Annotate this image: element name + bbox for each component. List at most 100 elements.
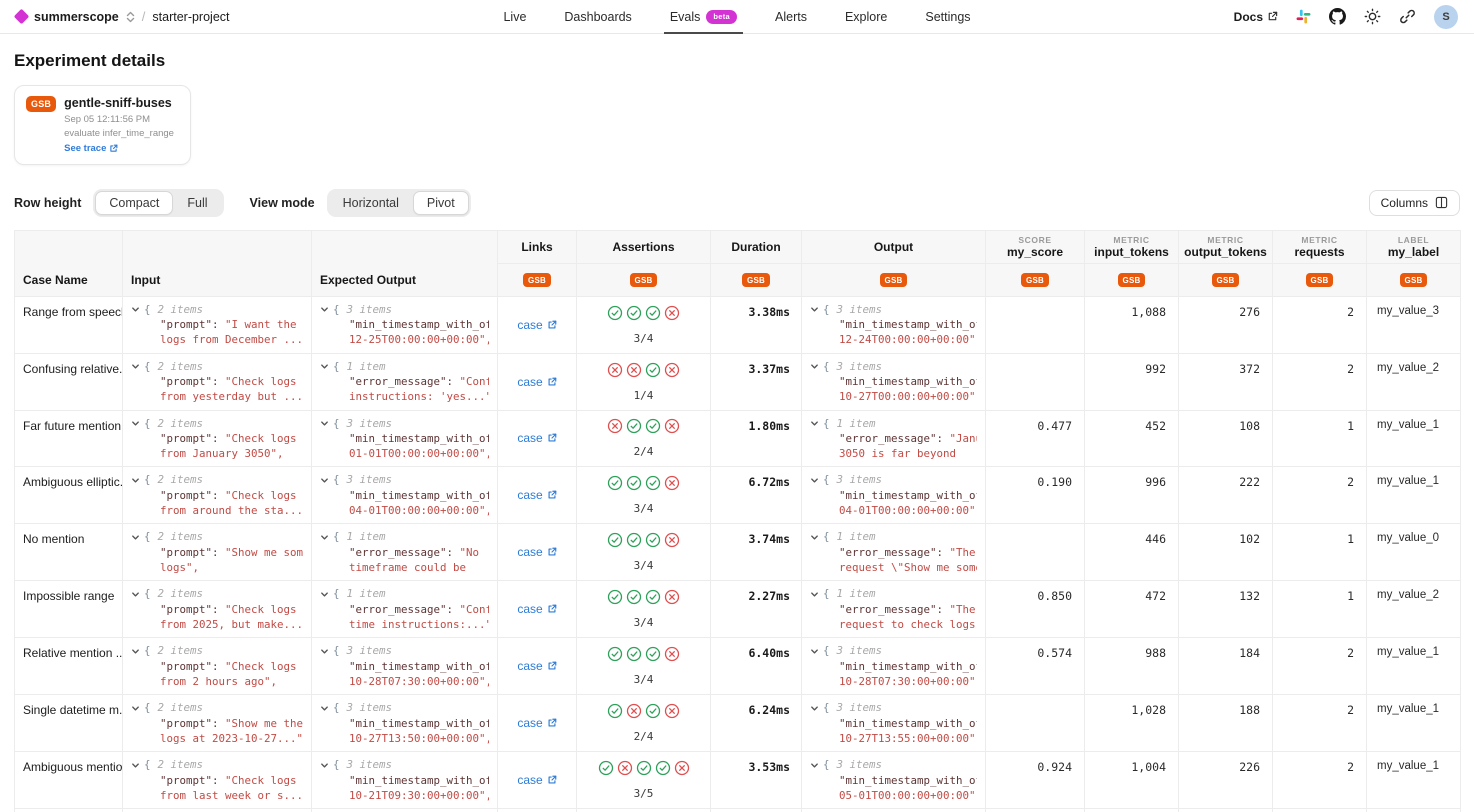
item-count: 2 items [158, 302, 204, 317]
case-link[interactable]: case [517, 773, 556, 787]
output-json: {3 items"min_timestamp_with_offset"10-28… [810, 643, 977, 689]
expand-caret-icon[interactable] [320, 533, 329, 542]
expand-caret-icon[interactable] [131, 419, 140, 428]
assertion-fail-icon [664, 418, 680, 439]
expected-output-json: {3 items"min_timestamp_with_offset"04-01… [320, 472, 489, 518]
assertion-pass-icon [607, 646, 623, 667]
experiment-chip[interactable]: GSB [742, 273, 770, 287]
tab-dashboards[interactable]: Dashboards [564, 0, 631, 33]
expand-caret-icon[interactable] [810, 533, 819, 542]
theme-toggle-icon[interactable] [1364, 8, 1381, 25]
output-json: {3 items"min_timestamp_with_offset"05-01… [810, 757, 977, 803]
assertion-pass-icon [645, 418, 661, 439]
row-height-compact[interactable]: Compact [95, 191, 173, 215]
project-name[interactable]: starter-project [152, 10, 229, 24]
experiment-task: evaluate infer_time_range [64, 127, 174, 141]
case-link[interactable]: case [517, 545, 556, 559]
assertion-ratio: 1/4 [579, 389, 708, 402]
assertion-pass-icon [607, 475, 623, 496]
experiment-chip[interactable]: GSB [523, 273, 551, 287]
tab-alerts[interactable]: Alerts [775, 0, 807, 33]
expand-caret-icon[interactable] [810, 419, 819, 428]
item-count: 2 items [158, 472, 204, 487]
columns-button[interactable]: Columns [1369, 190, 1460, 216]
input-json: {2 items"prompt": "Show me somelogs", [131, 529, 303, 575]
item-count: 3 items [837, 700, 883, 715]
assertion-pass-icon [607, 532, 623, 553]
expand-caret-icon[interactable] [810, 590, 819, 599]
item-count: 3 items [837, 757, 883, 772]
assertion-pass-icon [626, 532, 642, 553]
duration-value: 3.38ms [711, 296, 802, 353]
expand-caret-icon[interactable] [320, 761, 329, 770]
expand-caret-icon[interactable] [320, 305, 329, 314]
experiment-chip[interactable]: GSB [1306, 273, 1334, 287]
table-row: Ambiguous elliptic...{2 items"prompt": "… [15, 467, 1461, 524]
expand-caret-icon[interactable] [810, 761, 819, 770]
org-selector-caret-icon[interactable] [126, 11, 135, 23]
case-name: Confusing relative... [15, 353, 123, 410]
experiment-timestamp: Sep 05 12:11:56 PM [64, 113, 174, 127]
expand-caret-icon[interactable] [320, 704, 329, 713]
case-link[interactable]: case [517, 602, 556, 616]
tab-evals[interactable]: Evals beta [670, 0, 737, 33]
case-link[interactable]: case [517, 431, 556, 445]
experiment-chip[interactable]: GSB [1118, 273, 1146, 287]
assertion-fail-icon [617, 760, 633, 781]
external-link-icon [547, 775, 557, 785]
share-link-icon[interactable] [1399, 8, 1416, 25]
see-trace-link[interactable]: See trace [64, 143, 174, 154]
case-link[interactable]: case [517, 318, 556, 332]
user-avatar[interactable]: S [1434, 5, 1458, 29]
github-icon[interactable] [1329, 8, 1346, 25]
expand-caret-icon[interactable] [320, 362, 329, 371]
expand-caret-icon[interactable] [131, 362, 140, 371]
table-row: Range from speech{2 items"prompt": "I wa… [15, 296, 1461, 353]
case-name: Far future mention [15, 410, 123, 467]
input-json: {2 items"prompt": "Check logsfrom 2 hour… [131, 643, 303, 689]
row-height-full[interactable]: Full [173, 191, 221, 215]
org-switcher[interactable]: summerscope [34, 10, 119, 24]
expand-caret-icon[interactable] [320, 590, 329, 599]
expand-caret-icon[interactable] [131, 533, 140, 542]
view-mode-horizontal[interactable]: Horizontal [329, 191, 413, 215]
expand-caret-icon[interactable] [131, 305, 140, 314]
expand-caret-icon[interactable] [131, 590, 140, 599]
assertion-ratio: 3/4 [579, 673, 708, 686]
expand-caret-icon[interactable] [810, 305, 819, 314]
experiment-chip[interactable]: GSB [1021, 273, 1049, 287]
tab-settings[interactable]: Settings [925, 0, 970, 33]
case-link[interactable]: case [517, 659, 556, 673]
slack-icon[interactable] [1296, 9, 1311, 24]
experiment-chip[interactable]: GSB [630, 273, 658, 287]
tab-explore[interactable]: Explore [845, 0, 887, 33]
case-link[interactable]: case [517, 375, 556, 389]
expand-caret-icon[interactable] [131, 647, 140, 656]
experiment-chip[interactable]: GSB [880, 273, 908, 287]
expand-caret-icon[interactable] [131, 476, 140, 485]
case-link[interactable]: case [517, 488, 556, 502]
tab-live[interactable]: Live [503, 0, 526, 33]
assertion-pass-icon [626, 589, 642, 610]
expand-caret-icon[interactable] [810, 476, 819, 485]
expand-caret-icon[interactable] [131, 704, 140, 713]
experiment-chip[interactable]: GSB [1400, 273, 1428, 287]
output-tokens-value: 226 [1179, 752, 1273, 809]
expand-caret-icon[interactable] [320, 476, 329, 485]
assertion-ratio: 3/4 [579, 616, 708, 629]
assertion-ratio: 3/4 [579, 332, 708, 345]
docs-link[interactable]: Docs [1234, 10, 1278, 24]
view-mode-pivot[interactable]: Pivot [413, 191, 469, 215]
assertion-fail-icon [626, 362, 642, 383]
case-link[interactable]: case [517, 716, 556, 730]
expand-caret-icon[interactable] [810, 647, 819, 656]
expand-caret-icon[interactable] [810, 362, 819, 371]
output-json: {1 item"error_message": "Therequest to c… [810, 586, 977, 632]
expand-caret-icon[interactable] [320, 419, 329, 428]
expand-caret-icon[interactable] [131, 761, 140, 770]
experiment-chip[interactable]: GSB [1212, 273, 1240, 287]
expand-caret-icon[interactable] [810, 704, 819, 713]
assertion-pass-icon [645, 703, 661, 724]
expand-caret-icon[interactable] [320, 647, 329, 656]
column-header-output_tokens: METRICoutput_tokens [1179, 230, 1273, 263]
